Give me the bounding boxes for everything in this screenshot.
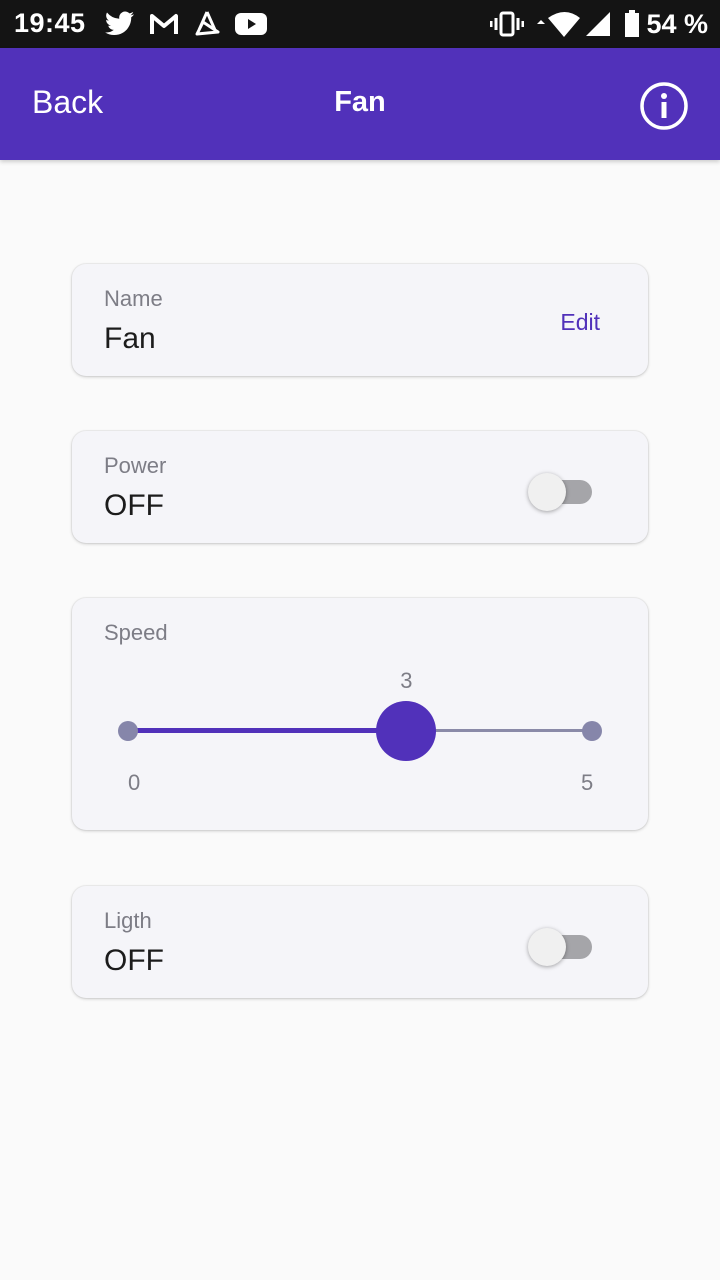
light-toggle[interactable]	[528, 926, 594, 966]
vibrate-icon	[490, 10, 524, 38]
light-toggle-thumb	[528, 928, 566, 966]
speed-max-label: 5	[581, 770, 594, 795]
power-toggle-thumb	[528, 473, 566, 511]
wifi-icon	[534, 10, 582, 38]
name-value: Fan	[104, 322, 156, 355]
power-card: Power OFF	[72, 431, 648, 543]
power-label: Power	[104, 453, 167, 478]
back-button[interactable]: Back	[32, 84, 103, 121]
battery-icon	[622, 10, 642, 38]
info-icon[interactable]	[639, 81, 689, 131]
youtube-icon	[234, 10, 268, 38]
cell-signal-icon	[584, 10, 612, 38]
slider-max-dot	[582, 721, 602, 741]
name-card: Name Fan Edit	[72, 264, 648, 376]
name-label: Name	[104, 286, 163, 311]
slider-track-active	[128, 728, 407, 733]
page-title: Fan	[334, 86, 386, 118]
battery-percent: 54 %	[646, 9, 708, 39]
status-time: 19:45	[14, 8, 86, 38]
slider-min-dot	[118, 721, 138, 741]
speed-value: 3	[400, 668, 413, 693]
power-toggle[interactable]	[528, 471, 594, 511]
twitter-icon	[104, 10, 136, 38]
speed-min-label: 0	[128, 770, 141, 795]
light-status: OFF	[104, 944, 164, 977]
light-label: Ligth	[104, 908, 152, 933]
speed-slider[interactable]: 3 0 5	[72, 598, 648, 830]
speed-slider-thumb[interactable]	[376, 701, 437, 761]
app-bar: Back Fan	[0, 48, 720, 160]
light-card: Ligth OFF	[72, 886, 648, 998]
speed-card: Speed 3 0 5	[72, 598, 648, 830]
status-bar: 19:45 54 %	[0, 0, 720, 48]
power-status: OFF	[104, 489, 164, 522]
strava-icon	[192, 10, 224, 38]
gmail-icon	[148, 10, 180, 38]
edit-name-button[interactable]: Edit	[560, 309, 600, 336]
